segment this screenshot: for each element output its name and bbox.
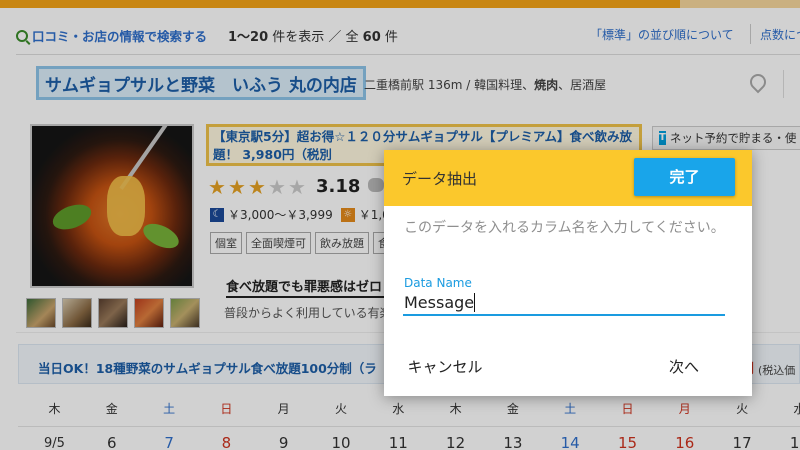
data-extract-dialog: データ抽出 完了 このデータを入れるカラム名を入力してください。 Data Na…: [384, 150, 752, 396]
next-button[interactable]: 次へ: [654, 352, 714, 382]
text-caret: [474, 293, 475, 312]
dialog-header: データ抽出 完了: [384, 150, 752, 206]
dialog-description: このデータを入れるカラム名を入力してください。: [404, 220, 725, 236]
done-button[interactable]: 完了: [634, 158, 735, 196]
dialog-title: データ抽出: [402, 170, 478, 188]
cancel-button[interactable]: キャンセル: [400, 352, 490, 382]
data-name-input[interactable]: [403, 290, 725, 316]
data-name-label: Data Name: [404, 276, 472, 290]
